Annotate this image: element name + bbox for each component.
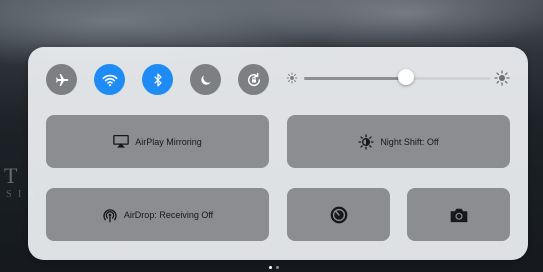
- airdrop-label: AirDrop: Receiving Off: [123, 209, 214, 220]
- night-shift-icon: [358, 133, 374, 150]
- rotation-lock-icon: [247, 72, 260, 86]
- airplay-mirroring-button[interactable]: AirPlay Mirroring: [46, 115, 269, 168]
- airplay-mirroring-label: AirPlay Mirroring: [135, 136, 202, 147]
- bluetooth-toggle[interactable]: [142, 64, 173, 95]
- moon-icon: [200, 74, 211, 85]
- wallpaper-title-text: T: [4, 163, 18, 188]
- timer-icon: [330, 206, 347, 223]
- page-indicator-dot-1: [269, 266, 272, 269]
- do-not-disturb-toggle[interactable]: [190, 64, 221, 95]
- airplane-icon: [55, 73, 68, 86]
- brightness-low-icon: [286, 72, 298, 84]
- timer-button[interactable]: [287, 188, 390, 241]
- rotation-lock-toggle[interactable]: [238, 64, 269, 95]
- page-indicator-dot-2: [276, 266, 279, 269]
- airdrop-button[interactable]: AirDrop: Receiving Off: [46, 188, 269, 241]
- brightness-slider-knob[interactable]: [398, 69, 414, 85]
- brightness-slider[interactable]: [304, 77, 490, 80]
- brightness-high-icon: [494, 70, 510, 86]
- night-shift-label: Night Shift: Off: [380, 136, 439, 147]
- camera-button[interactable]: [407, 188, 510, 241]
- airdrop-icon: [103, 208, 117, 222]
- wifi-toggle[interactable]: [94, 64, 125, 95]
- wifi-icon: [102, 74, 117, 86]
- airplay-icon: [113, 135, 130, 148]
- bluetooth-icon: [153, 73, 162, 86]
- camera-icon: [450, 208, 467, 222]
- night-shift-button[interactable]: Night Shift: Off: [287, 115, 510, 168]
- airplane-mode-toggle[interactable]: [46, 64, 77, 95]
- brightness-slider-fill: [304, 77, 406, 80]
